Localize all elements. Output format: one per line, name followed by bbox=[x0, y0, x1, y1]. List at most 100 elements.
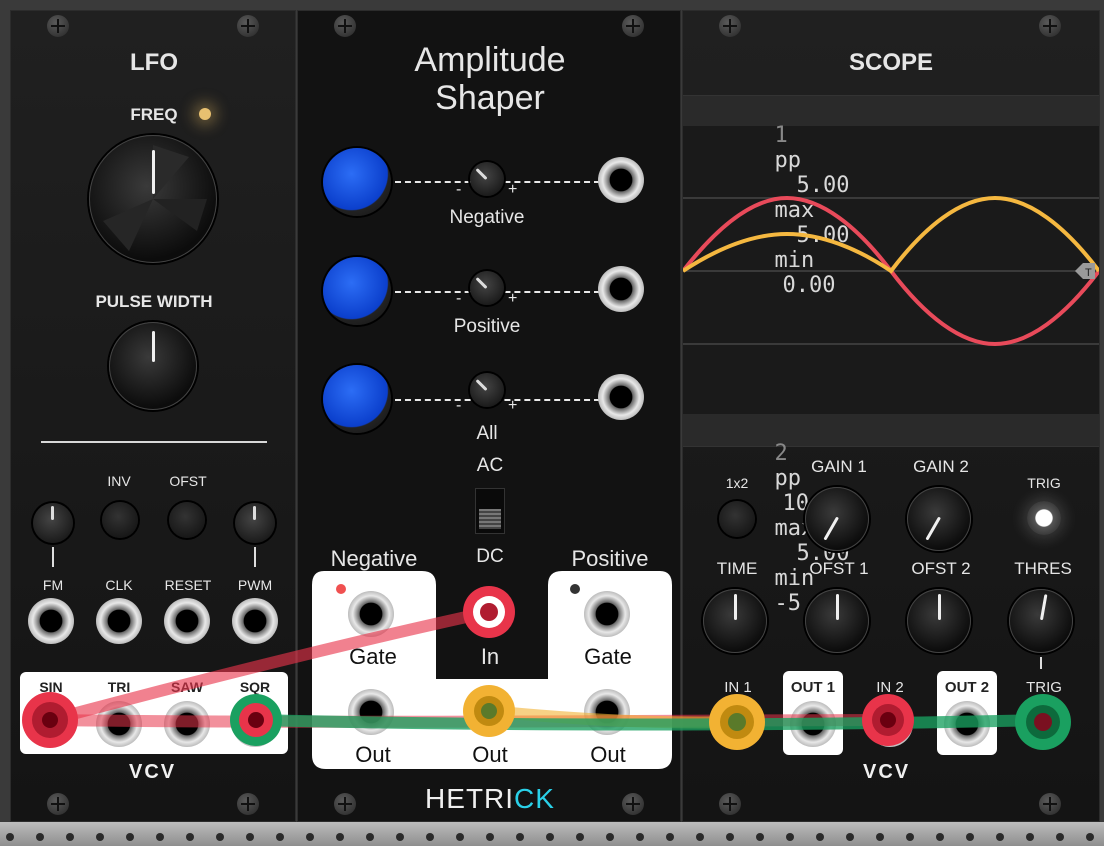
freq-led bbox=[199, 108, 211, 120]
minus-sign: - bbox=[456, 181, 462, 198]
screw-icon bbox=[719, 15, 741, 37]
negative-attenuverter-knob[interactable] bbox=[470, 162, 504, 196]
freq-label: FREQ bbox=[130, 105, 178, 124]
scope-traces: T bbox=[683, 195, 1099, 347]
ofst1-label: OFST 1 bbox=[809, 559, 869, 578]
vcv-logo: VCV bbox=[129, 761, 177, 783]
negative-gate-jack[interactable] bbox=[348, 591, 394, 637]
time-label: TIME bbox=[716, 559, 758, 578]
pwm-link-line bbox=[254, 547, 256, 567]
in1-jack[interactable] bbox=[715, 701, 761, 747]
negative-blue-knob[interactable] bbox=[323, 148, 391, 216]
fm-input-jack[interactable] bbox=[28, 598, 74, 644]
positive-cv-jack[interactable] bbox=[598, 266, 644, 312]
trig-in-jack[interactable] bbox=[1021, 701, 1067, 747]
tri-output-jack[interactable] bbox=[96, 701, 142, 747]
ofst-button[interactable] bbox=[169, 502, 205, 538]
ch2-pp-label: pp bbox=[774, 466, 801, 491]
saw-label: SAW bbox=[171, 679, 203, 695]
scope-module: SCOPE 1 pp 5.00 max 5.00 min 0.00 T 2 pp… bbox=[682, 10, 1100, 822]
fm-attenuator-knob[interactable] bbox=[33, 503, 73, 543]
in2-jack[interactable] bbox=[867, 701, 913, 747]
out1-label: OUT 1 bbox=[790, 679, 836, 696]
positive-gate-jack[interactable] bbox=[584, 591, 630, 637]
ac-dc-switch[interactable] bbox=[475, 488, 505, 534]
sqr-output-jack[interactable] bbox=[232, 701, 278, 747]
positive-gate-label: Gate bbox=[584, 644, 632, 669]
all-cv-jack[interactable] bbox=[598, 374, 644, 420]
pulse-width-knob[interactable] bbox=[109, 322, 197, 410]
pwm-input-jack[interactable] bbox=[232, 598, 278, 644]
screw-icon bbox=[622, 15, 644, 37]
screw-icon bbox=[47, 15, 69, 37]
tri-label: TRI bbox=[107, 679, 131, 695]
plus-sign: + bbox=[508, 181, 518, 198]
gain2-knob[interactable] bbox=[907, 487, 971, 551]
negative-gate-label: Gate bbox=[349, 644, 397, 669]
ofst-label: OFST bbox=[169, 473, 207, 489]
ofst2-knob[interactable] bbox=[907, 589, 971, 653]
positive-blue-knob[interactable] bbox=[323, 257, 391, 325]
ch2-index: 2 bbox=[774, 441, 788, 466]
screw-icon bbox=[47, 793, 69, 815]
fm-label: FM bbox=[42, 577, 64, 593]
screw-icon bbox=[1039, 15, 1061, 37]
thres-link-line bbox=[1040, 657, 1042, 669]
plus-sign: + bbox=[508, 290, 518, 307]
row-label-all: All bbox=[476, 423, 498, 444]
module-title: LFO bbox=[130, 49, 178, 76]
scope-display: 1 pp 5.00 max 5.00 min 0.00 T 2 pp 10.00… bbox=[683, 95, 1099, 616]
main-out-label: Out bbox=[472, 742, 508, 767]
positive-out-label: Out bbox=[590, 742, 626, 767]
in2-label: IN 2 bbox=[876, 679, 904, 696]
trig-in-label: TRIG bbox=[1026, 679, 1062, 696]
screw-icon bbox=[622, 793, 644, 815]
positive-attenuverter-knob[interactable] bbox=[470, 271, 504, 305]
screw-icon bbox=[334, 15, 356, 37]
row-label-positive: Positive bbox=[453, 316, 521, 337]
inv-label: INV bbox=[107, 473, 131, 489]
screw-icon bbox=[719, 793, 741, 815]
freq-knob[interactable] bbox=[89, 135, 217, 263]
ofst2-label: OFST 2 bbox=[911, 559, 971, 578]
out1-jack[interactable] bbox=[790, 701, 836, 747]
gain1-label: GAIN 1 bbox=[811, 457, 867, 476]
pulse-width-label: PULSE WIDTH bbox=[95, 292, 213, 311]
module-title-line1: Amplitude bbox=[414, 41, 566, 79]
negative-out-jack[interactable] bbox=[348, 689, 394, 735]
module-title-line2: Shaper bbox=[435, 79, 545, 117]
out2-jack[interactable] bbox=[944, 701, 990, 747]
sqr-label: SQR bbox=[239, 679, 271, 695]
divider bbox=[41, 441, 267, 443]
clk-input-jack[interactable] bbox=[96, 598, 142, 644]
gain1-knob[interactable] bbox=[805, 487, 869, 551]
time-knob[interactable] bbox=[703, 589, 767, 653]
trigger-marker-label: T bbox=[1085, 267, 1092, 279]
rail-holes bbox=[6, 833, 1094, 841]
ac-label: AC bbox=[476, 455, 504, 476]
ofst1-knob[interactable] bbox=[805, 589, 869, 653]
x2-button[interactable] bbox=[719, 501, 755, 537]
reset-input-jack[interactable] bbox=[164, 598, 210, 644]
negative-out-label: Out bbox=[355, 742, 391, 767]
positive-out-jack[interactable] bbox=[584, 689, 630, 735]
minus-sign: - bbox=[456, 397, 462, 414]
trig-button[interactable] bbox=[1027, 501, 1061, 535]
negative-cv-jack[interactable] bbox=[598, 157, 644, 203]
sin-output-jack[interactable] bbox=[28, 701, 74, 747]
inv-button[interactable] bbox=[102, 502, 138, 538]
thres-knob[interactable] bbox=[1009, 589, 1073, 653]
all-attenuverter-knob[interactable] bbox=[470, 373, 504, 407]
gate-led-positive bbox=[570, 584, 580, 594]
saw-output-jack[interactable] bbox=[164, 701, 210, 747]
module-title: SCOPE bbox=[848, 49, 934, 76]
in1-label: IN 1 bbox=[724, 679, 752, 696]
gate-led-negative bbox=[336, 584, 346, 594]
brand-text-a: HETRI bbox=[425, 783, 515, 814]
sin-label: SIN bbox=[39, 679, 63, 695]
pwm-attenuator-knob[interactable] bbox=[235, 503, 275, 543]
all-blue-knob[interactable] bbox=[323, 365, 391, 433]
minus-sign: - bbox=[456, 290, 462, 307]
clk-label: CLK bbox=[105, 577, 133, 593]
screw-icon bbox=[334, 793, 356, 815]
